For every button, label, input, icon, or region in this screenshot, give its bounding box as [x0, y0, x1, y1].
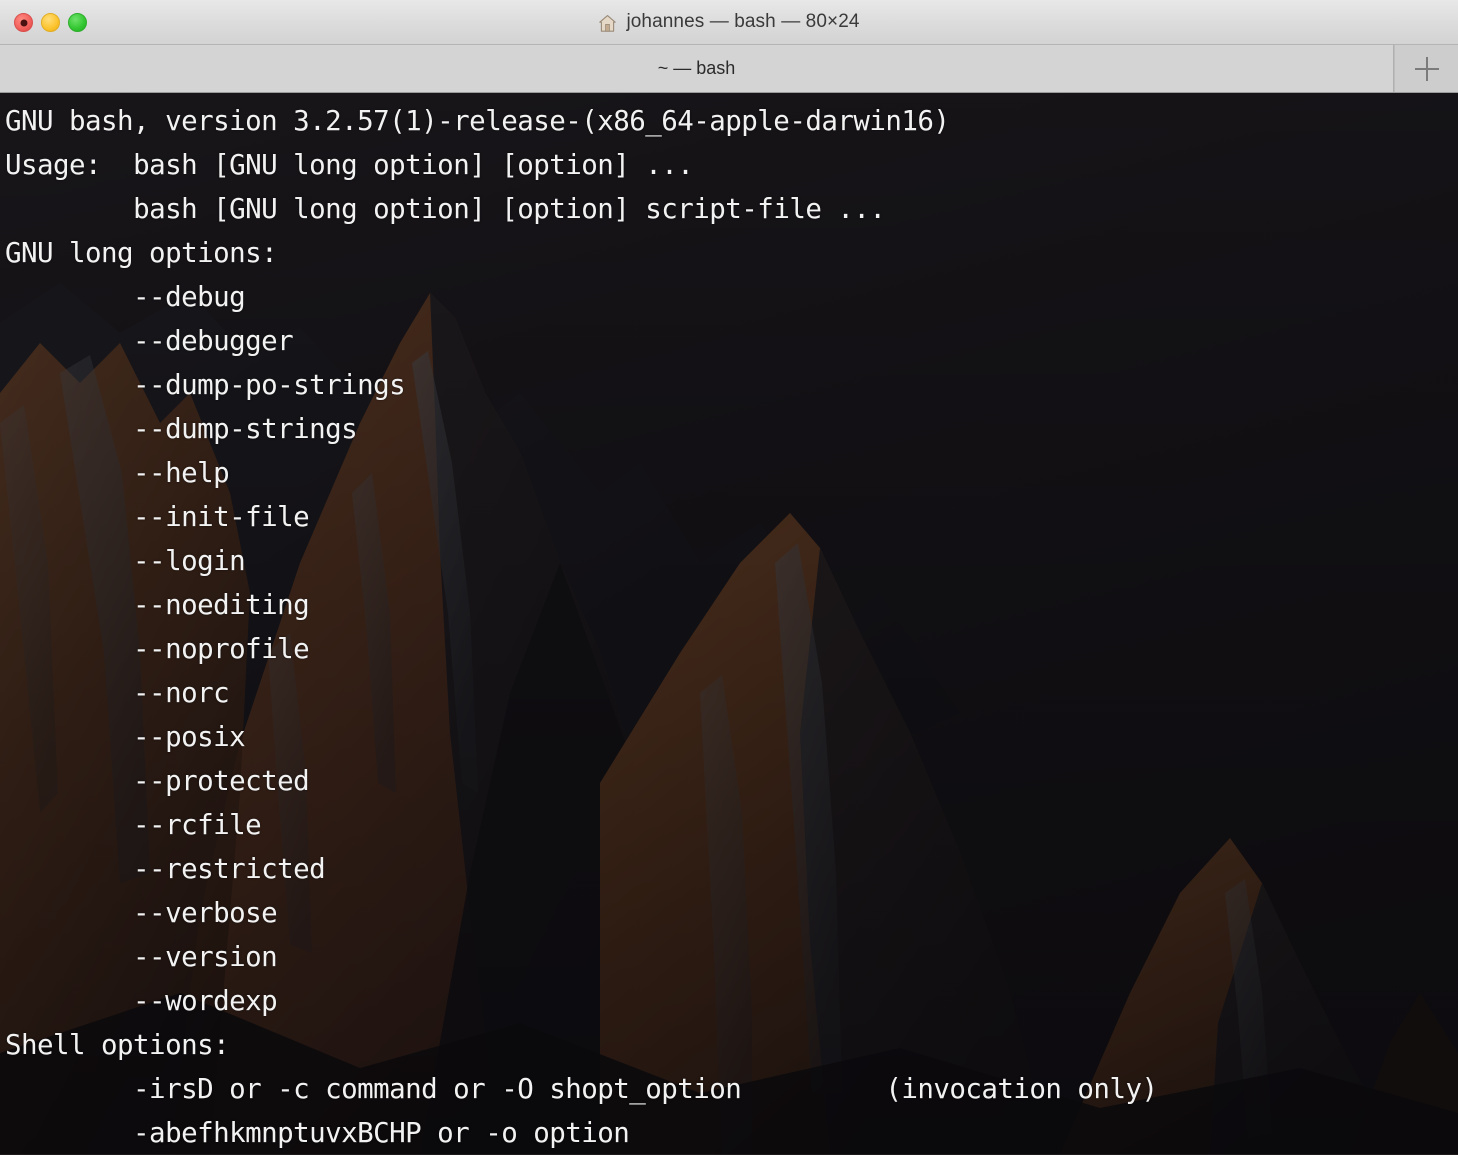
plus-icon — [1414, 56, 1439, 81]
tab-bar: ~ — bash — [0, 45, 1458, 93]
minimize-button[interactable] — [41, 13, 60, 32]
window-titlebar[interactable]: johannes — bash — 80×24 — [0, 0, 1458, 45]
tab-bash[interactable]: ~ — bash — [0, 45, 1394, 92]
home-icon — [598, 14, 617, 33]
tab-label: ~ — bash — [657, 58, 736, 78]
window-title-group: johannes — bash — 80×24 — [0, 0, 1458, 45]
window-controls — [14, 0, 87, 45]
new-tab-button[interactable] — [1394, 45, 1458, 92]
window-title-text: johannes — bash — 80×24 — [626, 11, 860, 32]
zoom-button[interactable] — [68, 13, 87, 32]
terminal-output-text: GNU bash, version 3.2.57(1)-release-(x86… — [5, 105, 1158, 1149]
terminal-window: johannes — bash — 80×24 ~ — bash GNU bas… — [0, 0, 1458, 1155]
terminal-body[interactable]: GNU bash, version 3.2.57(1)-release-(x86… — [0, 93, 1458, 1154]
close-button[interactable] — [14, 13, 33, 32]
